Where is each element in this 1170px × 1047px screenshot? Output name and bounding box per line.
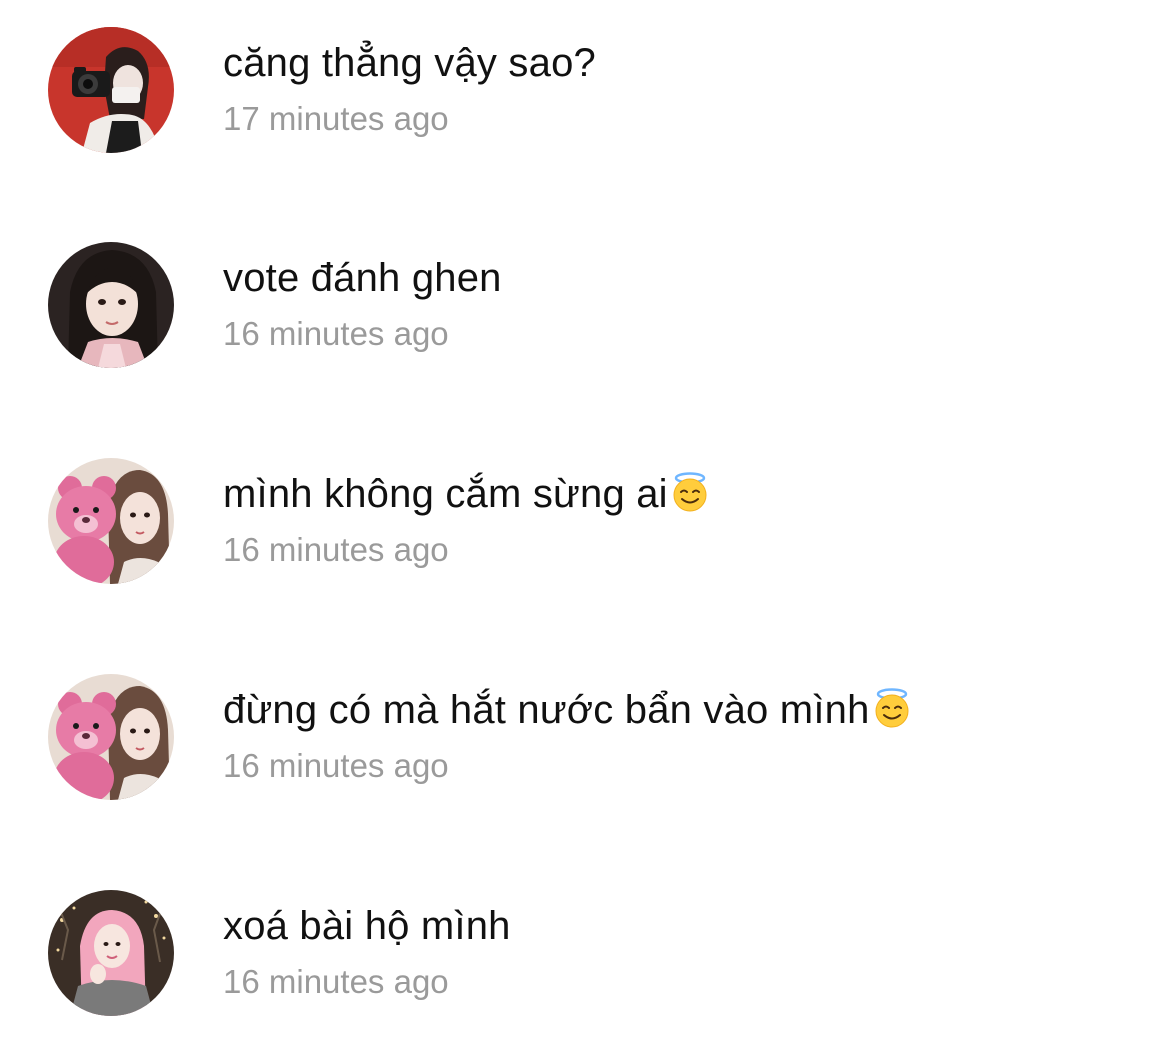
comment-text: vote đánh ghen [223,256,502,300]
comment-text: mình không cắm sừng ai [223,470,1130,518]
comment-timestamp: 17 minutes ago [223,100,449,137]
comment-body: xoá bài hộ mình 16 minutes ago [223,902,1130,1002]
comment-text: xoá bài hộ mình [223,904,511,948]
avatar[interactable] [48,890,174,1016]
avatar[interactable] [48,458,174,584]
avatar[interactable] [48,27,174,153]
comment-timestamp: 16 minutes ago [223,747,449,784]
comment-text: đừng có mà hắt nước bẩn vào mình [223,686,1130,734]
comment-body: căng thẳng vậy sao? 17 minutes ago [223,39,1130,139]
comment-timestamp: 16 minutes ago [223,315,449,352]
comment-body: đừng có mà hắt nước bẩn vào mình 16 minu… [223,686,1130,786]
avatar-photo-teddy-bear [48,674,174,800]
comment-text: căng thẳng vậy sao? [223,41,596,85]
avatar-photo-camera-selfie [48,27,174,153]
avatar[interactable] [48,242,174,368]
smiling-face-with-halo-icon [669,471,711,513]
comment-body: mình không cắm sừng ai 16 minutes ago [223,470,1130,570]
avatar[interactable] [48,674,174,800]
smiling-face-with-halo-icon [871,687,913,729]
comment-item: đừng có mà hắt nước bẩn vào mình 16 minu… [0,674,1170,824]
avatar-photo-portrait [48,242,174,368]
comment-timestamp: 16 minutes ago [223,963,449,1000]
comment-item: xoá bài hộ mình 16 minutes ago [0,890,1170,1040]
avatar-photo-pink-hair [48,890,174,1016]
comment-timestamp: 16 minutes ago [223,531,449,568]
comment-item: căng thẳng vậy sao? 17 minutes ago [0,27,1170,177]
comment-body: vote đánh ghen 16 minutes ago [223,254,1130,354]
avatar-photo-teddy-bear [48,458,174,584]
comment-item: vote đánh ghen 16 minutes ago [0,242,1170,392]
comment-item: mình không cắm sừng ai 16 minutes ago [0,458,1170,608]
